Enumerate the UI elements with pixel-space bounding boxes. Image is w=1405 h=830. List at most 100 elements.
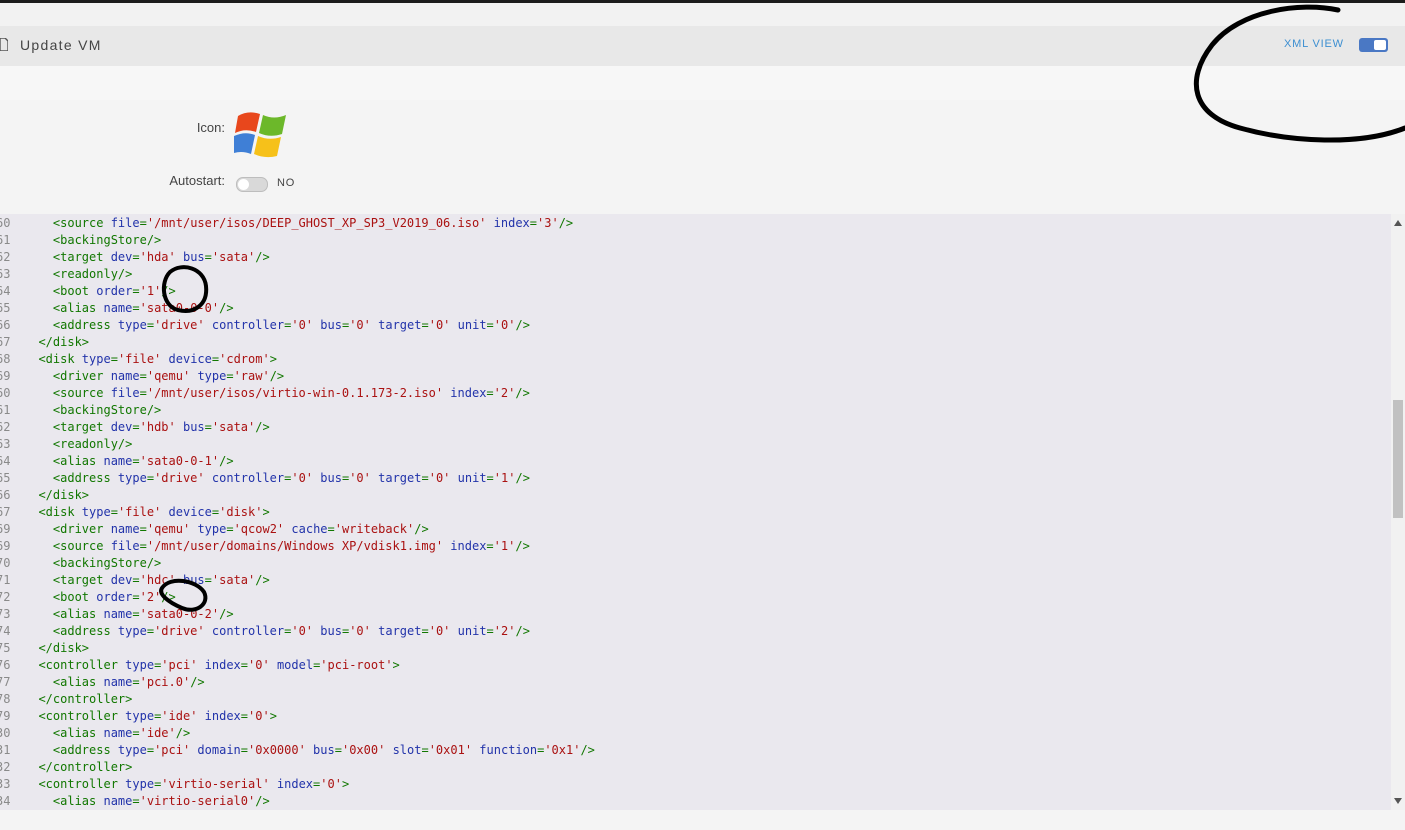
line-number: 64 [0, 454, 11, 468]
code-line[interactable]: 69 <source file='/mnt/user/domains/Windo… [0, 538, 1391, 555]
code-text: <source file='/mnt/user/isos/virtio-win-… [24, 386, 530, 400]
windows-xp-logo-icon[interactable] [234, 108, 290, 158]
icon-label: Icon: [196, 120, 225, 135]
code-text: <backingStore/> [24, 403, 162, 417]
code-text: <alias name='sata0-0-2'/> [24, 607, 234, 621]
line-number: 76 [0, 658, 11, 672]
scroll-down-icon[interactable] [1394, 798, 1402, 804]
line-number: 34 [0, 794, 11, 808]
code-line[interactable]: 68 <disk type='file' device='cdrom'> [0, 351, 1391, 368]
code-line[interactable]: 73 <alias name='sata0-0-2'/> [0, 606, 1391, 623]
code-line[interactable]: 33 <controller type='virtio-serial' inde… [0, 776, 1391, 793]
line-number: 67 [0, 505, 11, 519]
code-line[interactable]: 63 <readonly/> [0, 266, 1391, 283]
line-number: 68 [0, 352, 11, 366]
code-text: <source file='/mnt/user/isos/DEEP_GHOST_… [24, 216, 574, 230]
code-line[interactable]: 31 <address type='pci' domain='0x0000' b… [0, 742, 1391, 759]
line-number: 33 [0, 777, 11, 791]
code-line[interactable]: 63 <readonly/> [0, 436, 1391, 453]
toggle-knob [238, 179, 249, 190]
code-line[interactable]: 69 <driver name='qemu' type='raw'/> [0, 368, 1391, 385]
line-number: 66 [0, 318, 11, 332]
scroll-up-icon[interactable] [1394, 220, 1402, 226]
code-line[interactable]: 72 <boot order='2'/> [0, 589, 1391, 606]
code-text: </disk> [24, 335, 90, 349]
code-line[interactable]: 74 <address type='drive' controller='0' … [0, 623, 1391, 640]
code-text: <boot order='1'/> [24, 284, 176, 298]
code-line[interactable]: 70 <backingStore/> [0, 555, 1391, 572]
code-line[interactable]: 67 </disk> [0, 334, 1391, 351]
code-line[interactable]: 64 <boot order='1'/> [0, 283, 1391, 300]
code-line[interactable]: 79 <controller type='ide' index='0'> [0, 708, 1391, 725]
line-number: 69 [0, 369, 11, 383]
code-text: <alias name='sata0-0-0'/> [24, 301, 234, 315]
line-number: 61 [0, 403, 11, 417]
code-text: <controller type='pci' index='0' model='… [24, 658, 400, 672]
autostart-label: Autostart: [169, 173, 225, 188]
line-number: 74 [0, 624, 11, 638]
line-number: 61 [0, 233, 11, 247]
footer-band [0, 810, 1405, 830]
code-line[interactable]: 77 <alias name='pci.0'/> [0, 674, 1391, 691]
line-number: 63 [0, 437, 11, 451]
code-line[interactable]: 69 <driver name='qemu' type='qcow2' cach… [0, 521, 1391, 538]
code-text: <address type='pci' domain='0x0000' bus=… [24, 743, 595, 757]
code-text: <alias name='ide'/> [24, 726, 191, 740]
code-line[interactable]: 61 <backingStore/> [0, 402, 1391, 419]
code-text: <controller type='ide' index='0'> [24, 709, 277, 723]
line-number: 78 [0, 692, 11, 706]
code-text: <target dev='hdc' bus='sata'/> [24, 573, 270, 587]
code-text: <backingStore/> [24, 556, 162, 570]
document-icon [0, 38, 8, 51]
code-line[interactable]: 76 <controller type='pci' index='0' mode… [0, 657, 1391, 674]
code-line[interactable]: 62 <target dev='hda' bus='sata'/> [0, 249, 1391, 266]
line-number: 70 [0, 556, 11, 570]
page-header: Update VM XML VIEW [0, 26, 1405, 66]
code-line[interactable]: 64 <alias name='sata0-0-1'/> [0, 453, 1391, 470]
code-text: <boot order='2'/> [24, 590, 176, 604]
line-number: 72 [0, 590, 11, 604]
window-top-border [0, 0, 1405, 3]
line-number: 67 [0, 335, 11, 349]
code-text: <alias name='sata0-0-1'/> [24, 454, 234, 468]
page-title: Update VM [20, 37, 102, 53]
code-text: </disk> [24, 641, 90, 655]
code-line[interactable]: 60 <source file='/mnt/user/isos/virtio-w… [0, 385, 1391, 402]
line-number: 62 [0, 250, 11, 264]
code-text: <driver name='qemu' type='qcow2' cache='… [24, 522, 429, 536]
code-text: <alias name='virtio-serial0'/> [24, 794, 270, 808]
line-number: 65 [0, 301, 11, 315]
code-line[interactable]: 30 <alias name='ide'/> [0, 725, 1391, 742]
code-line[interactable]: 75 </disk> [0, 640, 1391, 657]
code-line[interactable]: 66 <address type='drive' controller='0' … [0, 317, 1391, 334]
code-text: <address type='drive' controller='0' bus… [24, 624, 530, 638]
line-number: 60 [0, 216, 11, 230]
xml-editor[interactable]: 60 <source file='/mnt/user/isos/DEEP_GHO… [0, 214, 1391, 811]
code-text: <address type='drive' controller='0' bus… [24, 318, 530, 332]
code-text: </controller> [24, 692, 133, 706]
code-line[interactable]: 62 <target dev='hdb' bus='sata'/> [0, 419, 1391, 436]
code-line[interactable]: 78 </controller> [0, 691, 1391, 708]
code-line[interactable]: 65 <address type='drive' controller='0' … [0, 470, 1391, 487]
code-text: <readonly/> [24, 267, 133, 281]
scrollbar-thumb[interactable] [1393, 400, 1403, 518]
code-line[interactable]: 61 <backingStore/> [0, 232, 1391, 249]
xml-view-label[interactable]: XML VIEW [1284, 38, 1344, 50]
code-text: <source file='/mnt/user/domains/Windows … [24, 539, 530, 553]
code-line[interactable]: 34 <alias name='virtio-serial0'/> [0, 793, 1391, 810]
code-line[interactable]: 71 <target dev='hdc' bus='sata'/> [0, 572, 1391, 589]
line-number: 69 [0, 539, 11, 553]
autostart-toggle[interactable] [236, 177, 268, 192]
code-line[interactable]: 66 </disk> [0, 487, 1391, 504]
code-text: <target dev='hda' bus='sata'/> [24, 250, 270, 264]
editor-scrollbar[interactable] [1391, 214, 1405, 810]
code-line[interactable]: 65 <alias name='sata0-0-0'/> [0, 300, 1391, 317]
xml-view-toggle[interactable] [1359, 38, 1388, 52]
code-line[interactable]: 32 </controller> [0, 759, 1391, 776]
line-number: 65 [0, 471, 11, 485]
code-line[interactable]: 60 <source file='/mnt/user/isos/DEEP_GHO… [0, 215, 1391, 232]
code-text: </controller> [24, 760, 133, 774]
spacer [0, 66, 1405, 100]
code-line[interactable]: 67 <disk type='file' device='disk'> [0, 504, 1391, 521]
line-number: 66 [0, 488, 11, 502]
